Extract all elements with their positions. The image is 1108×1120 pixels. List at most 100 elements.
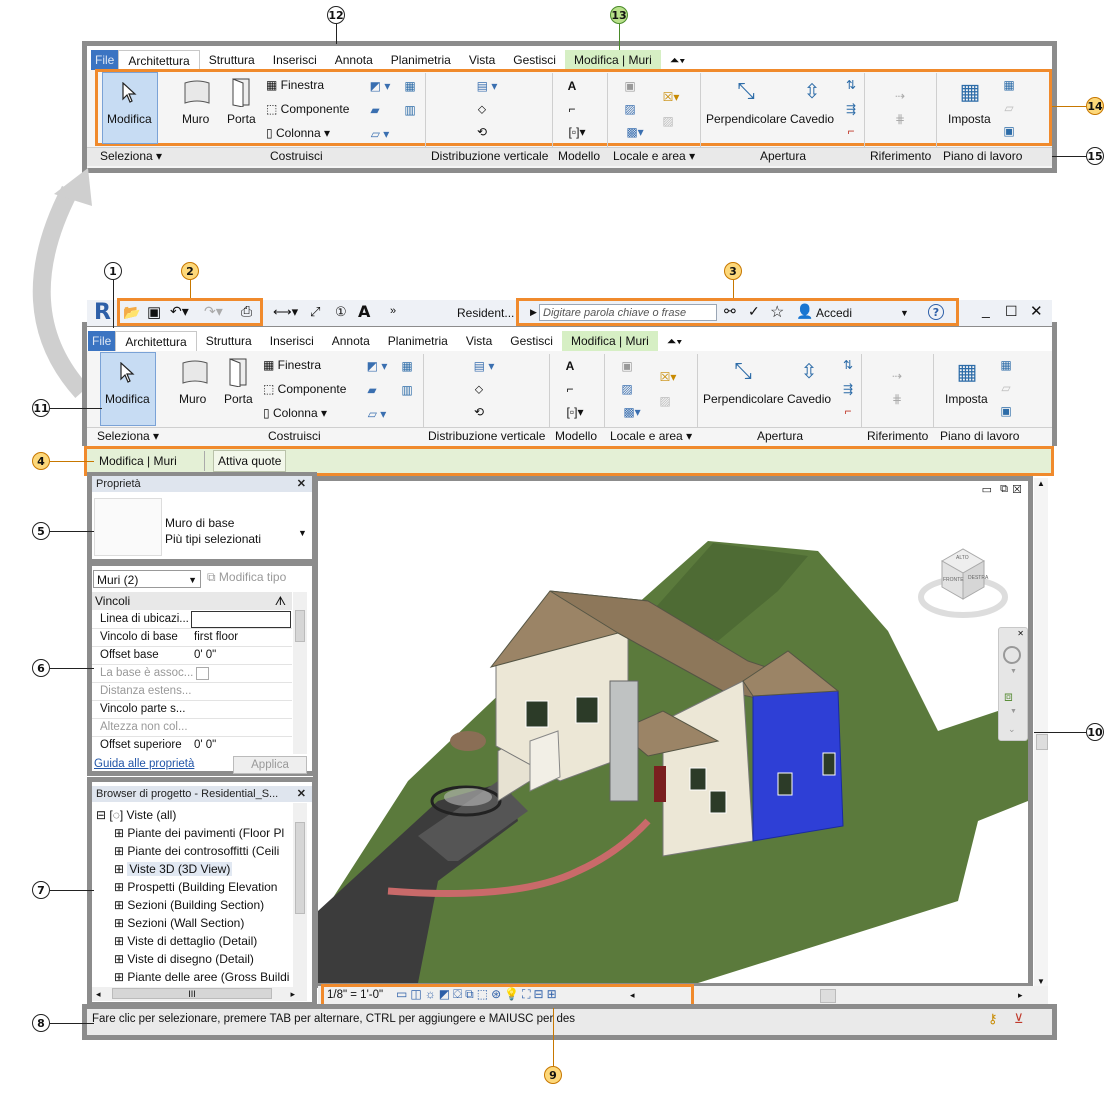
- browser-hscrollbar[interactable]: ◂ III ▸: [92, 987, 307, 1001]
- drawing-area[interactable]: ▭ ⧉ ☒ ALTO FRONTE DESTRA ✕ ▼ ⧈ ▼ ⌄: [318, 481, 1028, 983]
- filter-dropdown[interactable]: Muri (2) ▼: [93, 570, 201, 588]
- dormer-opening-icon[interactable]: ⌐: [839, 402, 857, 420]
- ribbon-minimize-icon[interactable]: ⏶▾: [661, 50, 694, 70]
- tab-planimetria[interactable]: Planimetria: [379, 331, 457, 351]
- prop-value[interactable]: first floor: [194, 628, 238, 646]
- ref-plane-icon[interactable]: ▱: [997, 379, 1015, 397]
- room-tag-icon[interactable]: ▨: [620, 100, 640, 118]
- tree-item[interactable]: ⊞ Sezioni (Building Section): [114, 896, 264, 914]
- save-icon[interactable]: ▣: [147, 303, 161, 321]
- apply-button[interactable]: Applica: [233, 756, 307, 774]
- prop-value[interactable]: 0' 0": [194, 646, 216, 664]
- more-tools-icon[interactable]: »: [390, 305, 396, 317]
- attiva-quote-button[interactable]: Attiva quote: [213, 450, 287, 472]
- dormer-opening-icon[interactable]: ⌐: [842, 122, 860, 140]
- grid-icon[interactable]: ⋕: [887, 390, 907, 408]
- ramp-icon[interactable]: ⬦: [469, 380, 489, 398]
- binoculars-icon[interactable]: ⚯: [724, 303, 736, 320]
- floor-tool-icon[interactable]: ▱ ▾: [362, 405, 392, 423]
- ref-plane-icon[interactable]: ▱: [1000, 99, 1018, 117]
- show-workplane-icon[interactable]: ▦: [1000, 76, 1018, 94]
- tab-gestisci[interactable]: Gestisci: [501, 331, 562, 351]
- sun-path-icon[interactable]: ☼: [425, 987, 439, 1001]
- render-icon[interactable]: ⛋: [453, 987, 465, 1001]
- view-restore-icon[interactable]: ⧉: [1000, 483, 1008, 496]
- group-seleziona[interactable]: Seleziona ▾: [97, 429, 159, 443]
- area-boundary-icon[interactable]: ▨: [658, 112, 678, 130]
- mullion-icon[interactable]: ▥: [397, 381, 417, 399]
- curtain-grid-icon[interactable]: ▦: [397, 357, 417, 375]
- tab-vista[interactable]: Vista: [460, 50, 504, 70]
- signin-label[interactable]: Accedi: [816, 306, 852, 320]
- tab-annota[interactable]: Annota: [326, 50, 382, 70]
- subscription-icon[interactable]: ✓: [748, 303, 760, 320]
- mullion-icon[interactable]: ▥: [400, 101, 420, 119]
- reference-line-icon[interactable]: ⇢: [890, 88, 910, 104]
- properties-help-link[interactable]: Guida alle proprietà: [94, 758, 194, 770]
- room-icon[interactable]: ▣: [617, 357, 637, 375]
- tree-item-selected[interactable]: ⊞ Viste 3D (3D View): [114, 860, 233, 878]
- view-control-collapse-icon[interactable]: ◂: [630, 990, 635, 1001]
- prop-checkbox[interactable]: [196, 667, 209, 680]
- maximize-icon[interactable]: ☐: [1005, 303, 1018, 320]
- tab-annota[interactable]: Annota: [323, 331, 379, 351]
- view-minimize-icon[interactable]: ▭: [982, 483, 992, 496]
- vscroll-up-icon[interactable]: ▲: [1037, 479, 1045, 488]
- railing-icon[interactable]: ⟲: [472, 123, 492, 141]
- constraints-icon[interactable]: ⊟: [534, 987, 547, 1001]
- model-group-icon[interactable]: [▫]▾: [562, 123, 592, 141]
- railing-icon[interactable]: ⟲: [469, 403, 489, 421]
- search-input[interactable]: Digitare parola chiave o frase: [539, 304, 717, 321]
- crop-view-icon[interactable]: ⧉: [465, 987, 477, 1001]
- worksets-icon[interactable]: ⚷: [988, 1011, 998, 1027]
- edit-type-button[interactable]: ⧉ Modifica tipo: [207, 570, 286, 585]
- perpendicolare-button[interactable]: Perpendicolare: [703, 392, 784, 406]
- roof-tool-icon[interactable]: ◩ ▾: [362, 358, 392, 374]
- cavedio-button[interactable]: Cavedio: [790, 112, 834, 126]
- colonna-button[interactable]: ▯ Colonna ▾: [263, 406, 327, 420]
- prop-value-input[interactable]: [191, 611, 291, 628]
- redo-icon[interactable]: ↷▾: [204, 303, 223, 320]
- area-icon[interactable]: ▩▾: [620, 123, 650, 141]
- finestra-button[interactable]: ▦ Finestra: [263, 358, 321, 372]
- section-header-vincoli[interactable]: Vincoli ᗑ: [92, 592, 292, 610]
- tab-struttura[interactable]: Struttura: [197, 331, 261, 351]
- tab-gestisci[interactable]: Gestisci: [504, 50, 565, 70]
- muro-label[interactable]: Muro: [179, 392, 206, 406]
- print-icon[interactable]: ⎙: [241, 303, 252, 320]
- navbar-close-icon[interactable]: ✕: [1017, 629, 1024, 638]
- imposta-button[interactable]: Imposta: [945, 392, 988, 406]
- group-locale[interactable]: Locale e area ▾: [613, 149, 695, 163]
- reference-line-icon[interactable]: ⇢: [887, 368, 907, 384]
- curtain-grid-icon[interactable]: ▦: [400, 77, 420, 95]
- close-icon[interactable]: ✕: [1030, 302, 1043, 320]
- tab-architettura[interactable]: Architettura: [115, 330, 197, 352]
- tab-inserisci[interactable]: Inserisci: [264, 50, 326, 70]
- steering-wheel-icon[interactable]: [1003, 646, 1021, 664]
- vscroll-thumb[interactable]: [1036, 734, 1048, 750]
- hscroll-thumb[interactable]: III: [112, 988, 272, 999]
- perpendicolare-button[interactable]: Perpendicolare: [706, 112, 787, 126]
- navbar-options-icon[interactable]: ⌄: [1008, 724, 1016, 735]
- prop-value[interactable]: 0' 0": [194, 736, 216, 754]
- favorites-star-icon[interactable]: ☆: [770, 302, 784, 322]
- model-text-icon[interactable]: A: [560, 357, 580, 375]
- area-boundary-icon[interactable]: ▨: [655, 392, 675, 410]
- hscroll-right-icon[interactable]: ▸: [1018, 990, 1023, 1001]
- scale-selector[interactable]: 1/8" = 1'-0": [327, 989, 383, 1001]
- temp-hide-icon[interactable]: ⊛: [491, 987, 504, 1001]
- muro-label[interactable]: Muro: [182, 112, 209, 126]
- signin-dropdown-icon[interactable]: ▼: [900, 308, 909, 318]
- ramp-icon[interactable]: ⬦: [472, 100, 492, 118]
- tab-modifica-muri[interactable]: Modifica | Muri: [561, 331, 658, 351]
- ribbon-minimize-icon[interactable]: ⏶▾: [658, 331, 691, 351]
- scroll-right-icon[interactable]: ▸: [290, 987, 295, 1001]
- zoom-region-icon[interactable]: ⧈: [1004, 688, 1013, 705]
- vertical-opening-icon[interactable]: ⇶: [842, 100, 860, 118]
- show-crop-icon[interactable]: ⬚: [477, 987, 491, 1001]
- colonna-button[interactable]: ▯ Colonna ▾: [266, 126, 330, 140]
- shadows-icon[interactable]: ◩: [439, 987, 453, 1001]
- area-icon[interactable]: ▩▾: [617, 403, 647, 421]
- browser-close-icon[interactable]: ✕: [297, 786, 306, 802]
- dimension-icon[interactable]: ⤢: [310, 304, 320, 320]
